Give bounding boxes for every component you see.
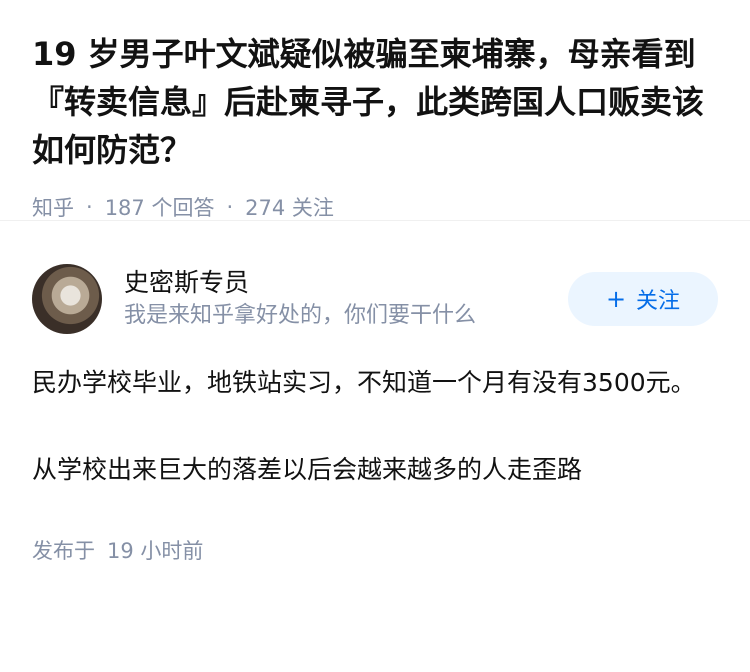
answer-count[interactable]: 187 个回答 (105, 192, 215, 222)
answer-content[interactable]: 民办学校毕业，地铁站实习，不知道一个月有没有3500元。 从学校出来巨大的落差以… (32, 361, 718, 492)
published-label: 发布于 (32, 539, 95, 563)
plus-icon: + (605, 285, 627, 313)
meta-dot: · (226, 195, 234, 219)
author-name[interactable]: 史密斯专员 (124, 266, 568, 300)
author-info: 史密斯专员 我是来知乎拿好处的，你们要干什么 (124, 266, 568, 332)
answer-paragraph: 从学校出来巨大的落差以后会越来越多的人走歪路 (32, 455, 583, 484)
answer-footer: 发布于 19 小时前 (32, 535, 718, 565)
question-header: 19 岁男子叶文斌疑似被骗至柬埔寨，母亲看到『转卖信息』后赴柬寻子，此类跨国人口… (0, 0, 750, 220)
follow-button[interactable]: + 关注 (568, 272, 718, 326)
section-divider (0, 220, 750, 251)
published-time: 19 小时前 (107, 539, 204, 563)
source-label[interactable]: 知乎 (32, 192, 74, 222)
meta-dot: · (86, 195, 93, 219)
follow-count: 274 关注 (245, 196, 334, 220)
author-bio: 我是来知乎拿好处的，你们要干什么 (124, 303, 477, 328)
author-row: 史密斯专员 我是来知乎拿好处的，你们要干什么 + 关注 (32, 251, 718, 347)
answer-paragraph: 民办学校毕业，地铁站实习，不知道一个月有没有3500元。 (32, 368, 696, 397)
question-meta: 知乎 · 187 个回答 · 274 关注 (32, 192, 718, 222)
answer-card: 史密斯专员 我是来知乎拿好处的，你们要干什么 + 关注 民办学校毕业，地铁站实习… (0, 251, 750, 565)
question-title[interactable]: 19 岁男子叶文斌疑似被骗至柬埔寨，母亲看到『转卖信息』后赴柬寻子，此类跨国人口… (32, 30, 718, 174)
author-avatar[interactable] (32, 264, 102, 334)
follow-label: 关注 (636, 289, 681, 314)
